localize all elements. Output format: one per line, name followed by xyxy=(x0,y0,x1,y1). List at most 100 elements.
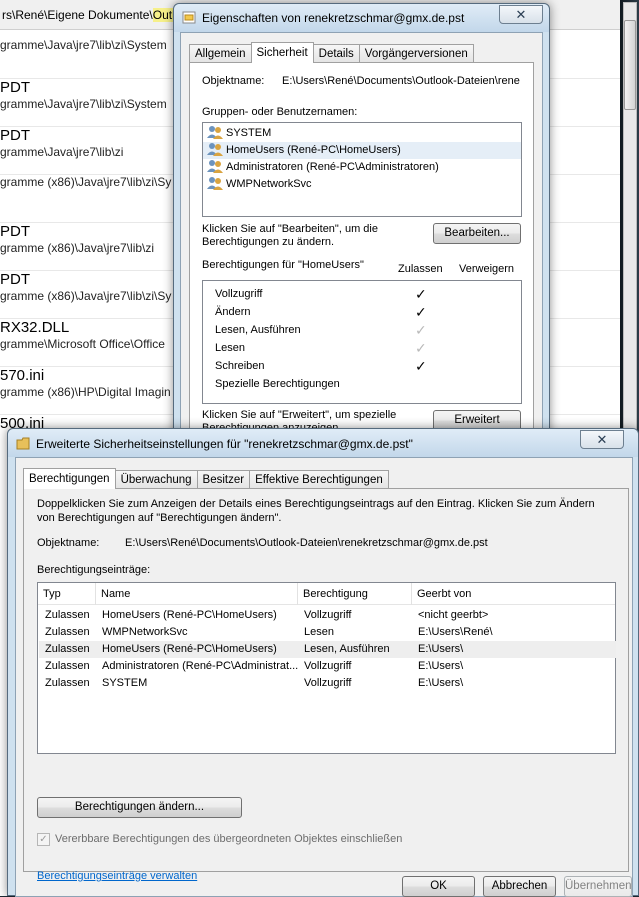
cell-type: Zulassen xyxy=(45,660,90,672)
user-name: SYSTEM xyxy=(226,127,272,139)
advanced-tabs: Berechtigungen Überwachung Besitzer Effekti… xyxy=(23,468,389,489)
tab-details[interactable]: Details xyxy=(312,44,360,63)
user-name: HomeUsers (René-PC\HomeUsers) xyxy=(226,144,401,156)
permission-row: Ändern ✓ xyxy=(203,303,521,321)
user-name: WMPNetworkSvc xyxy=(226,178,312,190)
advanced-security-dialog: Erweiterte Sicherheitseinstellungen für … xyxy=(7,428,639,897)
allow-check-icon: ✓ xyxy=(415,286,427,302)
col-name[interactable]: Name xyxy=(96,583,298,605)
properties-title: Eigenschaften von renekretzschmar@gmx.de… xyxy=(202,11,465,25)
table-row[interactable]: Zulassen SYSTEM Vollzugriff E:\Users\ xyxy=(39,675,616,692)
user-list-item[interactable]: WMPNetworkSvc xyxy=(203,176,521,193)
properties-tabs: Allgemein Sicherheit Details Vorgängerversi… xyxy=(189,42,474,63)
pst-file-icon xyxy=(182,11,196,24)
cell-permission: Vollzugriff xyxy=(304,677,352,689)
allow-check-icon: ✓ xyxy=(415,304,427,320)
change-permissions-button[interactable]: Berechtigungen ändern... xyxy=(37,797,242,818)
permission-name: Lesen xyxy=(215,342,245,354)
tab-besitzer[interactable]: Besitzer xyxy=(196,470,251,489)
folder-icon xyxy=(16,437,30,450)
cancel-button[interactable]: Abbrechen xyxy=(483,876,556,897)
properties-dialog: Eigenschaften von renekretzschmar@gmx.de… xyxy=(173,3,550,443)
properties-titlebar[interactable]: Eigenschaften von renekretzschmar@gmx.de… xyxy=(174,4,549,32)
tab-ueberwachung[interactable]: Überwachung xyxy=(114,470,198,489)
tab-effektive-berechtigungen[interactable]: Effektive Berechtigungen xyxy=(249,470,389,489)
user-list-item[interactable]: HomeUsers (René-PC\HomeUsers) xyxy=(203,142,521,159)
tab-berechtigungen[interactable]: Berechtigungen xyxy=(23,468,116,489)
cell-inherited: E:\Users\René\ xyxy=(418,626,493,638)
advanced-titlebar[interactable]: Erweiterte Sicherheitseinstellungen für … xyxy=(8,429,638,457)
cell-type: Zulassen xyxy=(45,626,90,638)
cell-type: Zulassen xyxy=(45,677,90,689)
security-panel: Objektname: E:\Users\René\Documents\Outl… xyxy=(189,62,534,443)
cell-inherited: <nicht geerbt> xyxy=(418,609,489,621)
permission-row: Lesen ✓ xyxy=(203,339,521,357)
user-group-icon xyxy=(207,160,223,173)
entries-label: Berechtigungseinträge: xyxy=(37,564,151,576)
user-group-icon xyxy=(207,177,223,190)
cell-type: Zulassen xyxy=(45,643,90,655)
cell-name: Administratoren (René-PC\Administrat... xyxy=(102,660,299,672)
edit-hint: Klicken Sie auf "Bearbeiten", um die Ber… xyxy=(202,223,378,248)
entries-header: Typ Name Berechtigung Geerbt von xyxy=(38,583,615,605)
entries-table[interactable]: Typ Name Berechtigung Geerbt von Zulasse… xyxy=(37,582,616,754)
inherit-checkbox-label: Vererbbare Berechtigungen des übergeordn… xyxy=(55,833,403,845)
cell-name: WMPNetworkSvc xyxy=(102,626,188,638)
col-typ[interactable]: Typ xyxy=(38,583,96,605)
cell-name: SYSTEM xyxy=(102,677,148,689)
advanced-title: Erweiterte Sicherheitseinstellungen für … xyxy=(36,437,413,451)
allow-check-icon: ✓ xyxy=(415,340,427,356)
user-list-item[interactable]: SYSTEM xyxy=(203,125,521,142)
tab-vorgaengerversionen[interactable]: Vorgängerversionen xyxy=(358,44,474,63)
cell-name: HomeUsers (René-PC\HomeUsers) xyxy=(102,643,277,655)
table-row[interactable]: Zulassen WMPNetworkSvc Lesen E:\Users\René\ xyxy=(39,624,616,641)
permission-row: Vollzugriff ✓ xyxy=(203,285,521,303)
col-deny-header: Verweigern xyxy=(459,263,515,275)
permission-name: Schreiben xyxy=(215,360,265,372)
col-berechtigung[interactable]: Berechtigung xyxy=(298,583,412,605)
groups-label: Gruppen- oder Benutzernamen: xyxy=(202,106,358,118)
properties-client: Allgemein Sicherheit Details Vorgängerversi… xyxy=(180,32,543,443)
close-icon: ✕ xyxy=(515,7,527,22)
cell-permission: Vollzugriff xyxy=(304,609,352,621)
cell-type: Zulassen xyxy=(45,609,90,621)
manage-entries-link[interactable]: Berechtigungseinträge verwalten xyxy=(37,870,197,882)
col-geerbt-von[interactable]: Geerbt von xyxy=(412,583,615,605)
users-listbox[interactable]: SYSTEM HomeUsers (René-PC\HomeUsers) Admin… xyxy=(202,122,522,217)
properties-close-button[interactable]: ✕ xyxy=(499,5,543,24)
checkbox-check-icon: ✓ xyxy=(39,834,48,845)
path-bar-highlight: Outl xyxy=(152,8,175,22)
tab-sicherheit[interactable]: Sicherheit xyxy=(250,42,314,63)
cell-permission: Lesen xyxy=(304,626,334,638)
inherit-checkbox[interactable]: ✓ xyxy=(37,833,50,846)
user-group-icon xyxy=(207,126,223,139)
cell-inherited: E:\Users\ xyxy=(418,677,464,689)
permissions-panel: Doppelklicken Sie zum Anzeigen der Detai… xyxy=(23,488,629,882)
scrollbar-thumb[interactable] xyxy=(624,20,636,110)
permission-row: Spezielle Berechtigungen xyxy=(203,375,521,393)
allow-check-icon: ✓ xyxy=(415,358,427,374)
advanced-description: Doppelklicken Sie zum Anzeigen der Detai… xyxy=(37,498,595,524)
permissions-list[interactable]: Vollzugriff ✓ Ändern ✓ Lesen, Ausführen ✓ Lese… xyxy=(202,280,522,404)
user-list-item[interactable]: Administratoren (René-PC\Administratoren… xyxy=(203,159,521,176)
edit-button[interactable]: Bearbeiten... xyxy=(433,223,521,244)
cell-permission: Lesen, Ausführen xyxy=(304,643,390,655)
close-icon: ✕ xyxy=(596,432,608,447)
col-allow-header: Zulassen xyxy=(398,263,443,275)
permission-row: Schreiben ✓ xyxy=(203,357,521,375)
object-name-value: E:\Users\René\Documents\Outlook-Dateien\… xyxy=(282,75,520,87)
table-row[interactable]: Zulassen Administratoren (René-PC\Adminis… xyxy=(39,658,616,675)
advanced-client: Berechtigungen Überwachung Besitzer Effekti… xyxy=(15,457,633,897)
apply-button[interactable]: Übernehmen xyxy=(564,876,632,897)
advanced-close-button[interactable]: ✕ xyxy=(580,430,624,449)
path-bar-text: rs\René\Eigene Dokumente\ xyxy=(2,8,153,22)
user-group-icon xyxy=(207,143,223,156)
tab-allgemein[interactable]: Allgemein xyxy=(189,44,252,63)
table-row[interactable]: Zulassen HomeUsers (René-PC\HomeUsers) Les… xyxy=(39,641,616,658)
ok-button[interactable]: OK xyxy=(402,876,475,897)
cell-inherited: E:\Users\ xyxy=(418,660,464,672)
cell-name: HomeUsers (René-PC\HomeUsers) xyxy=(102,609,277,621)
permission-name: Lesen, Ausführen xyxy=(215,324,301,336)
table-row[interactable]: Zulassen HomeUsers (René-PC\HomeUsers) Vol… xyxy=(39,607,616,624)
object-name-label: Objektname: xyxy=(202,75,265,87)
